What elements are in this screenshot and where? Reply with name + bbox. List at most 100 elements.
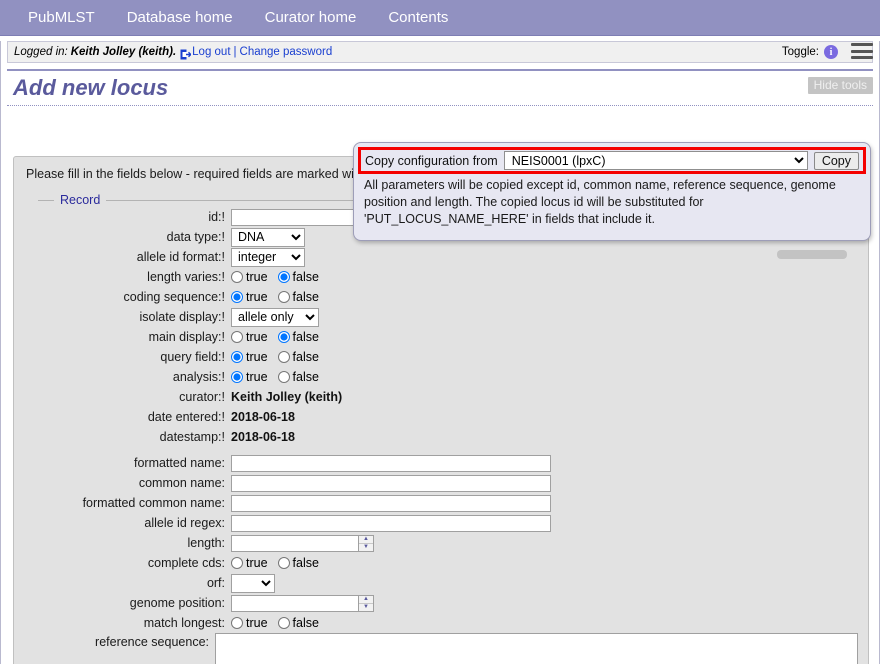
sign-out-icon[interactable] bbox=[180, 49, 192, 60]
radio-complete-cds-false[interactable]: false bbox=[277, 556, 319, 570]
logged-in-username: Keith Jolley (keith). bbox=[70, 46, 177, 58]
copy-configuration-select[interactable]: NEIS0001 (lpxC) bbox=[503, 151, 808, 170]
spinner-up-icon-length[interactable]: ▲ bbox=[359, 536, 373, 544]
label-analysis: analysis:! bbox=[172, 370, 225, 384]
input-length[interactable] bbox=[231, 534, 359, 552]
field-row-datestamp: datestamp:! 2018-06-18 bbox=[24, 427, 858, 447]
label-orf: orf: bbox=[206, 576, 225, 590]
radio-main-display-true[interactable]: true bbox=[231, 330, 268, 344]
field-row-curator: curator:! Keith Jolley (keith) bbox=[24, 387, 858, 407]
radio-length-varies-true[interactable]: true bbox=[231, 270, 268, 284]
field-row-complete-cds: complete cds: true false bbox=[24, 553, 858, 573]
radio-length-varies-false[interactable]: false bbox=[277, 270, 319, 284]
select-isolate-display[interactable]: allele only bbox=[231, 307, 319, 327]
radio-input-match-longest-true[interactable] bbox=[231, 617, 243, 629]
label-query-field: query field:! bbox=[160, 350, 225, 364]
radio-input-coding-sequence-true[interactable] bbox=[231, 291, 243, 303]
change-password-link[interactable]: Change password bbox=[240, 46, 333, 58]
label-reference-sequence: reference sequence: bbox=[95, 635, 209, 649]
spinner-down-icon-genome-position[interactable]: ▼ bbox=[359, 604, 373, 611]
page-container: Logged in: Keith Jolley (keith). Log out… bbox=[0, 41, 880, 664]
label-formatted-name: formatted name: bbox=[133, 456, 225, 470]
copy-configuration-label: Copy configuration from bbox=[365, 153, 498, 168]
radio-coding-sequence-false[interactable]: false bbox=[277, 290, 319, 304]
radio-input-length-varies-true[interactable] bbox=[231, 271, 243, 283]
field-row-match-longest: match longest: true false bbox=[24, 613, 858, 633]
field-row-allele-id-format: allele id format:! integer bbox=[24, 247, 858, 267]
radio-input-match-longest-false[interactable] bbox=[277, 617, 290, 629]
fieldset-legend: Record bbox=[54, 193, 107, 207]
field-row-orf: orf: bbox=[24, 573, 858, 593]
radio-input-coding-sequence-false[interactable] bbox=[277, 291, 290, 303]
spinner-up-icon-genome-position[interactable]: ▲ bbox=[359, 596, 373, 604]
label-complete-cds: complete cds: bbox=[147, 556, 225, 570]
radio-input-analysis-false[interactable] bbox=[277, 371, 290, 383]
input-allele-id-regex[interactable] bbox=[231, 514, 551, 532]
label-formatted-common-name: formatted common name: bbox=[82, 496, 225, 510]
radio-match-longest-false[interactable]: false bbox=[277, 616, 319, 630]
radio-analysis-true[interactable]: true bbox=[231, 370, 268, 384]
spinner-buttons-genome-position: ▲ ▼ bbox=[359, 594, 374, 612]
radio-input-complete-cds-true[interactable] bbox=[231, 557, 243, 569]
value-date-entered: 2018-06-18 bbox=[231, 410, 295, 424]
select-allele-id-format[interactable]: integer bbox=[231, 247, 305, 267]
label-date-entered: date entered:! bbox=[147, 410, 225, 424]
radio-query-field-false[interactable]: false bbox=[277, 350, 319, 364]
radio-input-query-field-false[interactable] bbox=[277, 351, 290, 363]
radio-label-true: true bbox=[246, 350, 268, 364]
radio-query-field-true[interactable]: true bbox=[231, 350, 268, 364]
radio-input-length-varies-false[interactable] bbox=[277, 271, 290, 283]
radio-input-query-field-true[interactable] bbox=[231, 351, 243, 363]
field-row-analysis: analysis:! true false bbox=[24, 367, 858, 387]
field-row-date-entered: date entered:! 2018-06-18 bbox=[24, 407, 858, 427]
hide-tools-button[interactable]: Hide tools bbox=[807, 77, 873, 94]
radio-label-false: false bbox=[292, 616, 319, 630]
input-formatted-name[interactable] bbox=[231, 454, 551, 472]
select-data-type[interactable]: DNA bbox=[231, 227, 305, 247]
header-divider bbox=[7, 105, 873, 106]
radio-label-true: true bbox=[246, 270, 268, 284]
toggle-label: Toggle: bbox=[781, 46, 819, 58]
spinner-buttons-length: ▲ ▼ bbox=[359, 534, 374, 552]
radio-input-main-display-false[interactable] bbox=[277, 331, 290, 343]
record-fieldset: Record id:! data type:! DNA allele id fo… bbox=[24, 193, 858, 664]
radio-analysis-false[interactable]: false bbox=[277, 370, 319, 384]
field-row-formatted-name: formatted name: bbox=[24, 453, 858, 473]
field-row-query-field: query field:! true false bbox=[24, 347, 858, 367]
label-length-varies: length varies:! bbox=[147, 270, 225, 284]
radio-main-display-false[interactable]: false bbox=[277, 330, 319, 344]
field-row-reference-sequence: reference sequence: bbox=[24, 633, 858, 664]
radio-complete-cds-true[interactable]: true bbox=[231, 556, 268, 570]
label-genome-position: genome position: bbox=[129, 596, 225, 610]
field-row-coding-sequence: coding sequence:! true false bbox=[24, 287, 858, 307]
radio-input-complete-cds-false[interactable] bbox=[277, 557, 290, 569]
radio-match-longest-true[interactable]: true bbox=[231, 616, 268, 630]
radio-input-analysis-true[interactable] bbox=[231, 371, 243, 383]
select-orf[interactable] bbox=[231, 573, 275, 593]
radio-group-main-display: true false bbox=[231, 330, 325, 344]
radio-coding-sequence-true[interactable]: true bbox=[231, 290, 268, 304]
nav-item-contents[interactable]: Contents bbox=[372, 0, 464, 36]
copy-button[interactable]: Copy bbox=[813, 151, 859, 170]
radio-input-main-display-true[interactable] bbox=[231, 331, 243, 343]
info-icon[interactable]: i bbox=[824, 45, 838, 59]
input-genome-position[interactable] bbox=[231, 594, 359, 612]
nav-item-database-home[interactable]: Database home bbox=[111, 0, 249, 36]
input-common-name[interactable] bbox=[231, 474, 551, 492]
field-row-allele-id-regex: allele id regex: bbox=[24, 513, 858, 533]
spinner-down-icon-length[interactable]: ▼ bbox=[359, 544, 373, 551]
toggle-control: Toggle: i bbox=[782, 42, 838, 62]
nav-item-pubmlst[interactable]: PubMLST bbox=[12, 0, 111, 36]
textarea-reference-sequence[interactable] bbox=[215, 633, 858, 664]
page-title: Add new locus bbox=[13, 75, 169, 100]
spinner-genome-position: ▲ ▼ bbox=[231, 594, 374, 612]
log-out-link[interactable]: Log out bbox=[192, 46, 230, 58]
radio-label-true: true bbox=[246, 330, 268, 344]
label-data-type: data type:! bbox=[166, 230, 225, 244]
nav-item-curator-home[interactable]: Curator home bbox=[249, 0, 373, 36]
hamburger-menu-icon[interactable] bbox=[851, 42, 873, 60]
field-row-formatted-common-name: formatted common name: bbox=[24, 493, 858, 513]
radio-label-false: false bbox=[292, 290, 319, 304]
input-formatted-common-name[interactable] bbox=[231, 494, 551, 512]
label-id: id:! bbox=[208, 210, 225, 224]
